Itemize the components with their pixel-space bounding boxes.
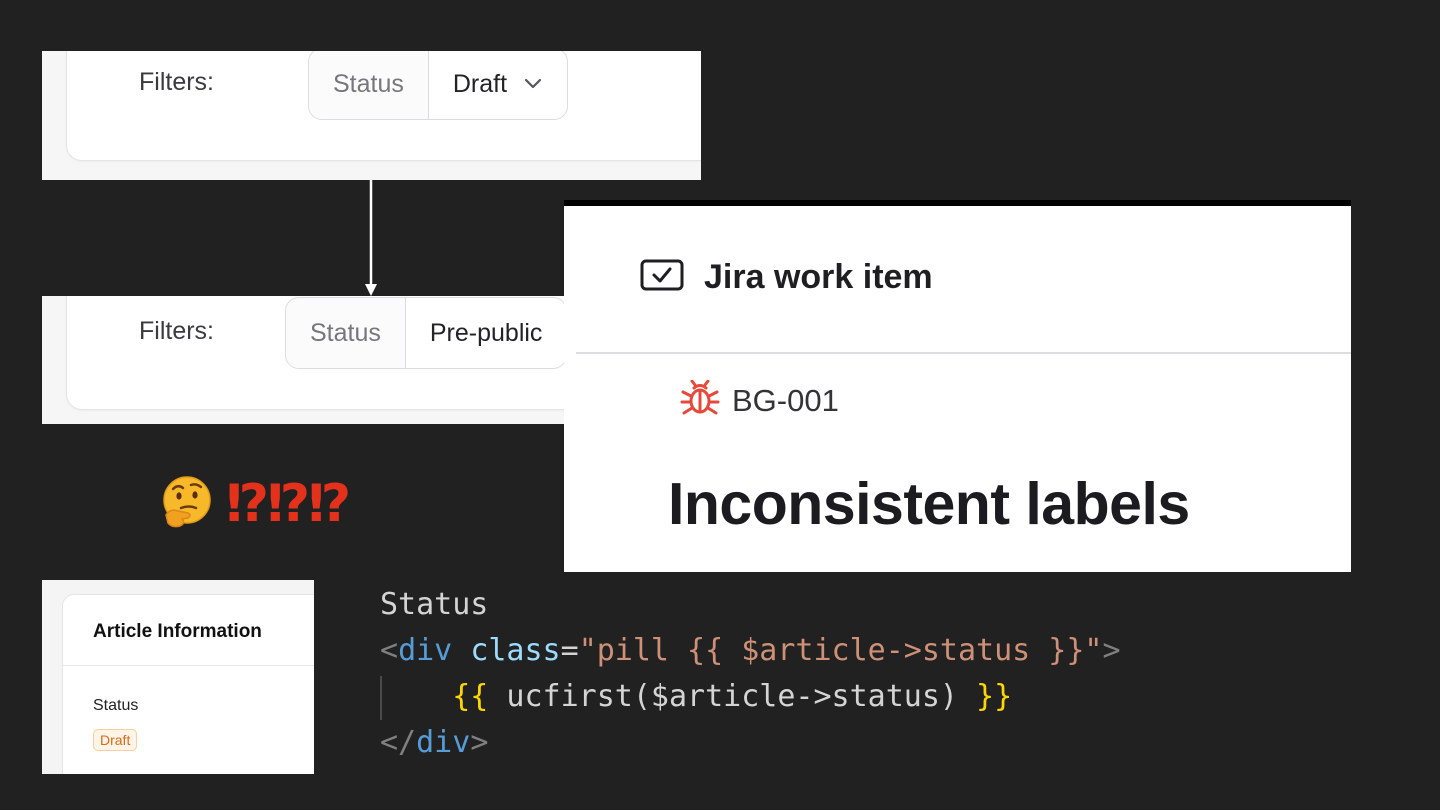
jira-divider: [576, 352, 1351, 354]
status-filter-value-text: Draft: [452, 69, 508, 98]
code-line-4: </div>: [380, 720, 1121, 766]
code-token: >: [1102, 633, 1121, 668]
code-token: =: [560, 633, 579, 668]
filter-card: Filters: Status Pre-public: [66, 296, 582, 410]
status-filter-key: Status: [286, 298, 406, 368]
code-token: "pill {{ $article->status }}": [578, 633, 1103, 668]
interrobang-text: ⁉⁉⁉: [226, 474, 351, 534]
status-filter-key: Status: [309, 51, 429, 119]
article-info-panel: Article Information Status Draft: [42, 580, 314, 774]
code-token: <: [380, 633, 399, 668]
chevron-down-icon[interactable]: [523, 78, 543, 90]
filters-label: Filters:: [139, 68, 214, 96]
transition-arrow: [365, 180, 377, 296]
filter-card: Filters: Status Draft: [66, 51, 701, 161]
code-token: >: [470, 725, 489, 760]
code-token: class: [470, 633, 561, 668]
code-block: Status <div class="pill {{ $article->stat…: [380, 582, 1121, 766]
article-title: Article Information: [93, 621, 262, 642]
bug-icon: [680, 379, 720, 421]
thinking-face-icon: [160, 475, 214, 534]
filter-panel-after: Filters: Status Pre-public: [42, 296, 582, 424]
code-token: }}: [976, 679, 1013, 714]
article-card: Article Information Status Draft: [62, 594, 314, 774]
code-token: div: [416, 725, 471, 760]
issue-id: BG-001: [732, 382, 839, 418]
status-badge: Draft: [93, 729, 138, 751]
jira-header: Jira work item: [640, 258, 933, 297]
status-filter-pill[interactable]: Status Draft: [308, 51, 569, 120]
filters-label: Filters:: [139, 317, 214, 345]
filter-panel-before: Filters: Status Draft: [42, 51, 701, 180]
code-line-1: Status: [380, 582, 1121, 628]
jira-panel: Jira work item BG-001 Inconsistent label…: [564, 200, 1351, 572]
jira-header-title: Jira work item: [704, 258, 933, 296]
code-token: ucfirst($article->status): [488, 679, 977, 714]
code-token: div: [398, 633, 453, 668]
status-filter-value[interactable]: Draft: [429, 51, 567, 119]
reaction: ⁉⁉⁉: [160, 474, 351, 534]
checkbox-icon: [640, 259, 684, 296]
status-filter-value[interactable]: Pre-public: [406, 298, 567, 368]
issue-title: Inconsistent labels: [668, 471, 1190, 537]
code-line-2: <div class="pill {{ $article->status }}"…: [380, 628, 1121, 674]
article-divider: [63, 665, 314, 666]
issue-key[interactable]: BG-001: [680, 379, 839, 421]
code-token: Status: [380, 587, 489, 622]
article-status-label: Status: [93, 697, 139, 714]
code-token: {{: [452, 679, 489, 714]
status-filter-pill[interactable]: Status Pre-public: [285, 297, 568, 369]
code-line-3: {{ ucfirst($article->status) }}: [380, 674, 1121, 720]
code-token: </: [380, 725, 417, 760]
